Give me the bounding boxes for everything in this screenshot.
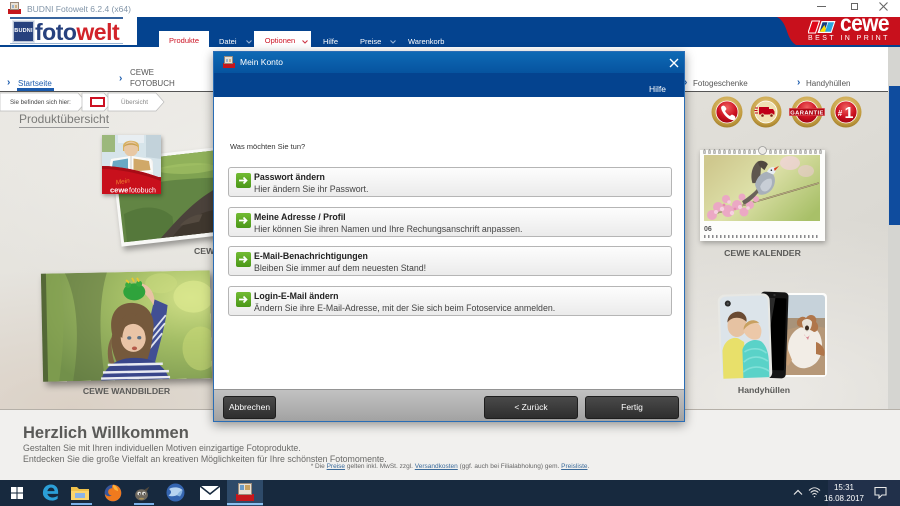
svg-text:fotobuch: fotobuch [129, 188, 156, 195]
svg-text:#: # [838, 109, 843, 118]
svg-text:1: 1 [845, 105, 854, 122]
svg-text:GARANTIE: GARANTIE [790, 111, 823, 117]
svg-text:cewe: cewe [110, 186, 128, 195]
